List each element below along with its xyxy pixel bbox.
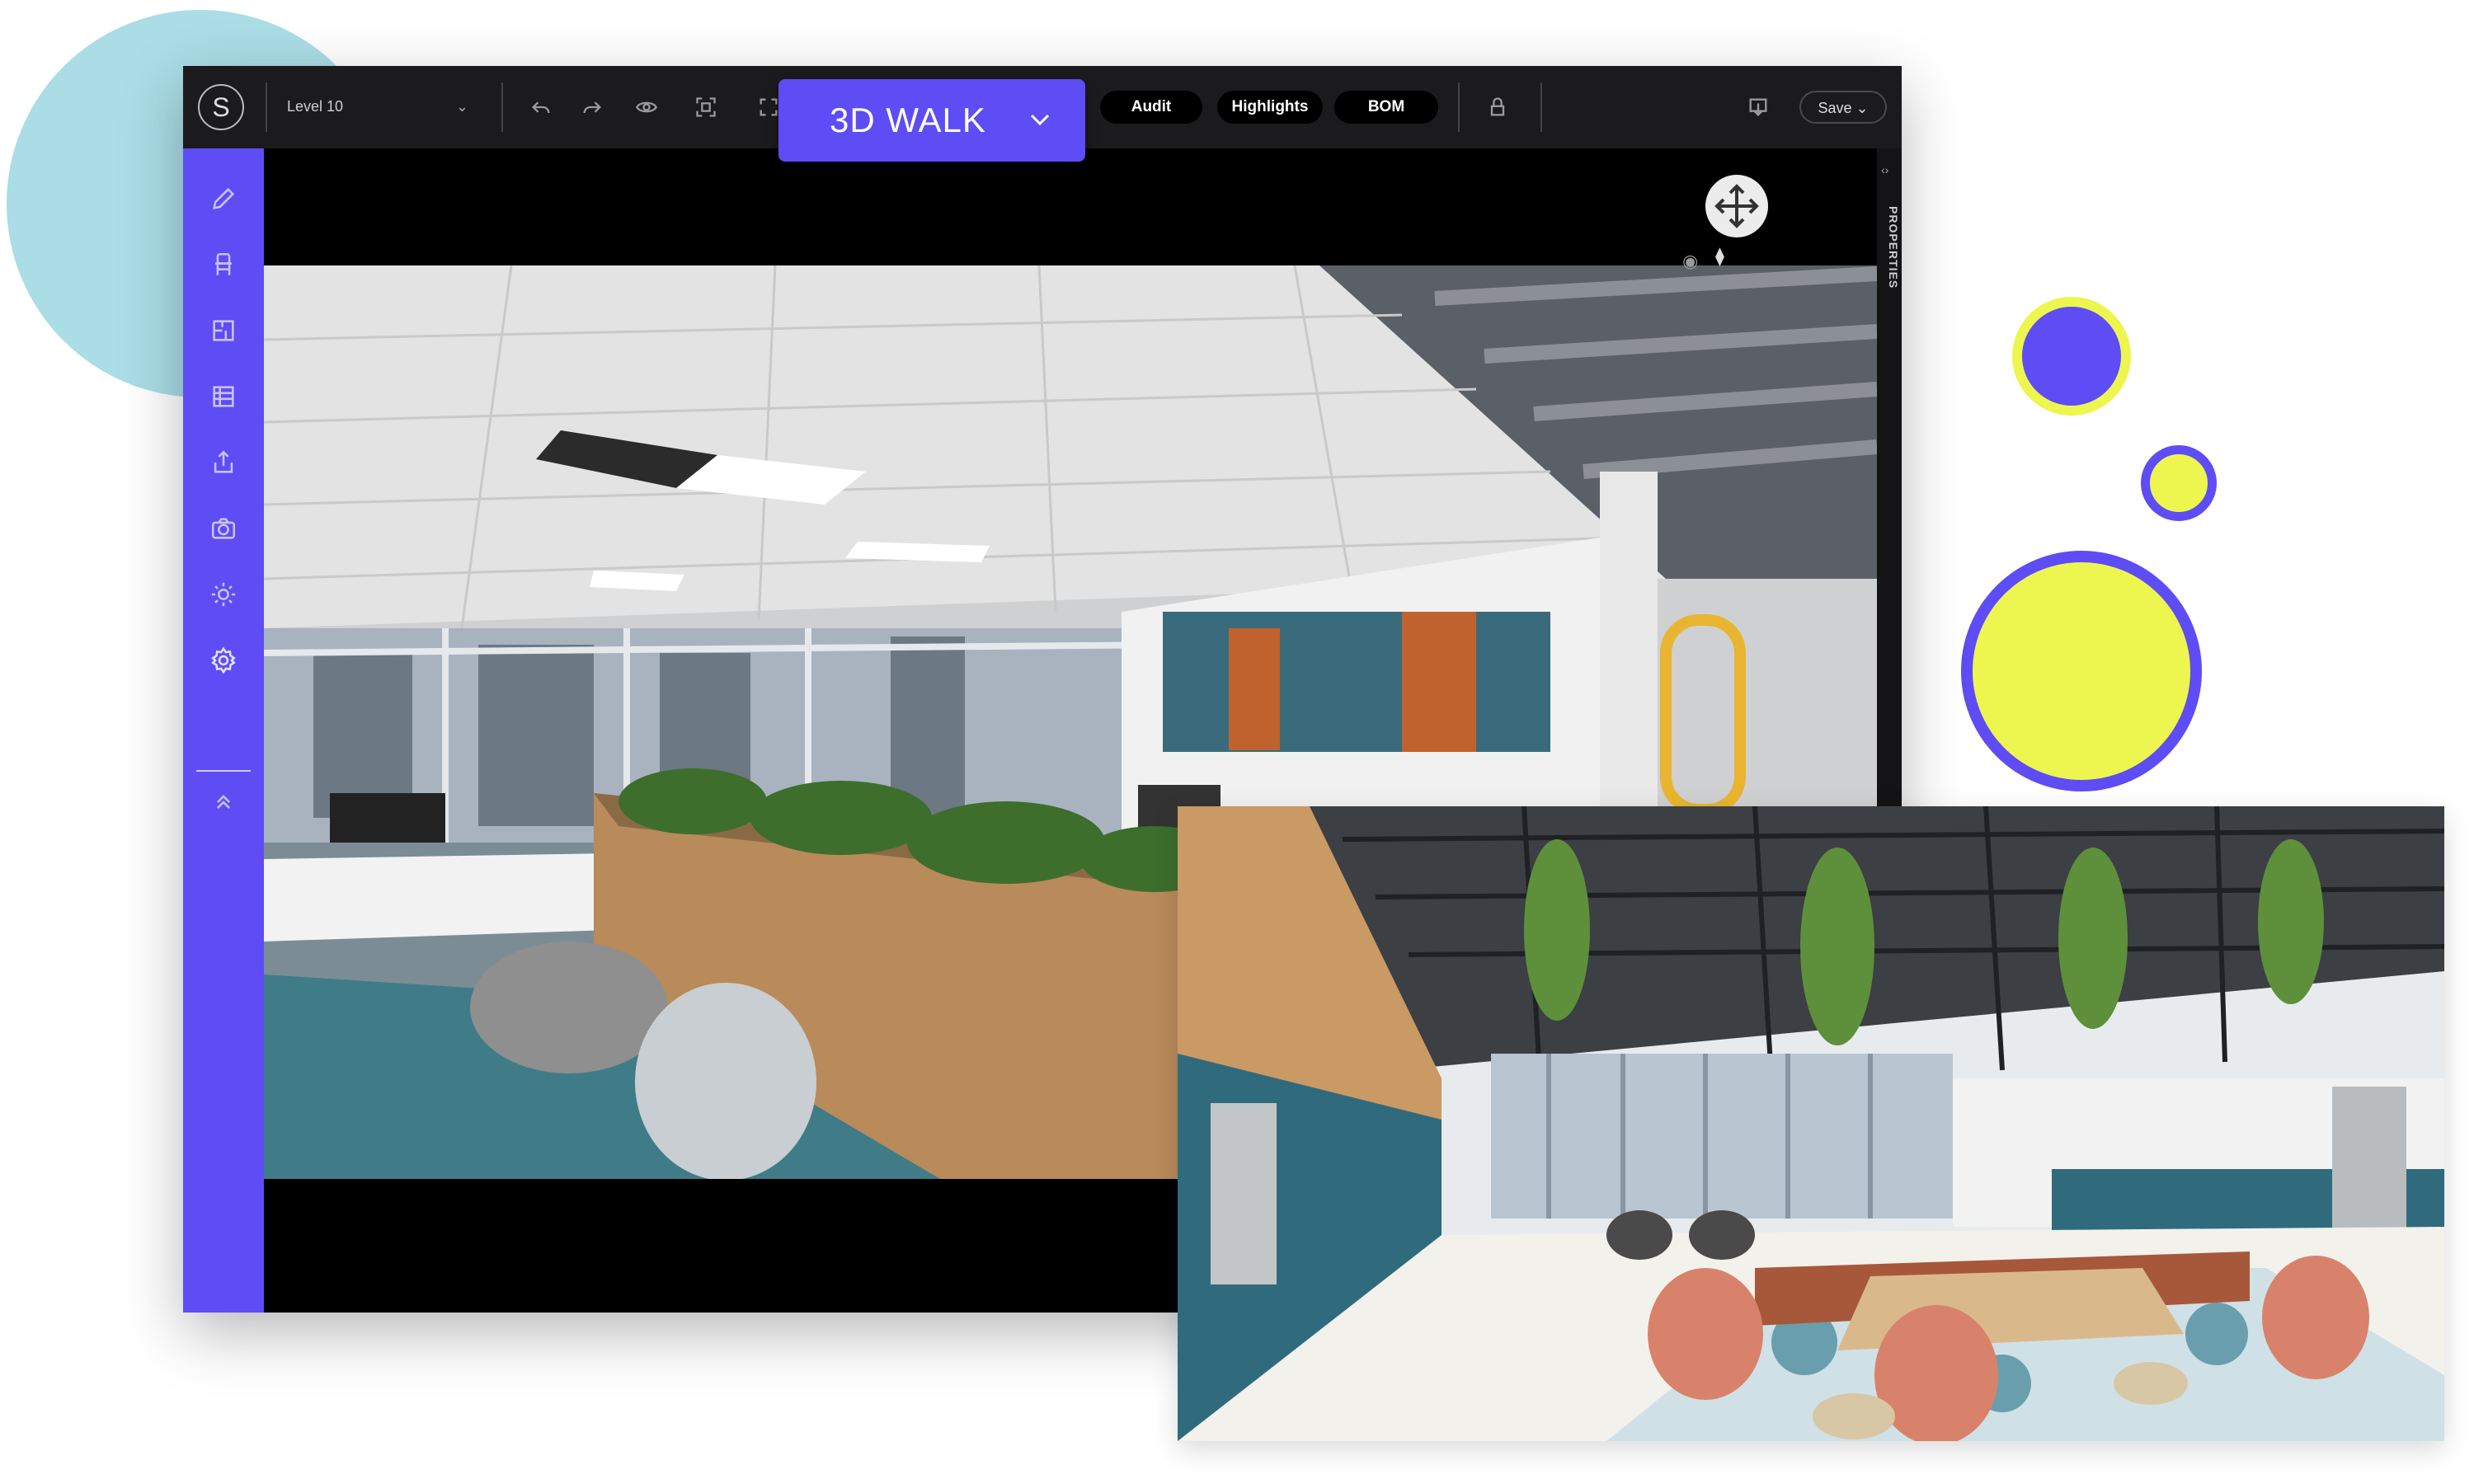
properties-tab[interactable]: PROPERTIES — [1879, 206, 1900, 289]
toolbar-divider — [1540, 82, 1542, 132]
decorative-circle-yellow — [1961, 551, 2202, 791]
save-button[interactable]: Save ⌄ — [1799, 91, 1887, 124]
pencil-icon[interactable] — [205, 180, 242, 218]
audit-button[interactable]: Audit — [1100, 91, 1202, 124]
navigation-control[interactable] — [1705, 175, 1768, 237]
rendered-lounge-image — [1178, 806, 2444, 1441]
chair-icon[interactable] — [205, 246, 242, 284]
level-select[interactable]: Level 10 ⌄ — [287, 94, 468, 119]
chevron-down-icon: ⌄ — [455, 98, 468, 115]
toolbar-divider — [501, 82, 503, 132]
eye-icon[interactable] — [630, 91, 663, 124]
highlights-button[interactable]: Highlights — [1217, 91, 1323, 124]
expand-arrows-icon[interactable]: ‹› — [1881, 163, 1888, 176]
3d-walk-label: 3D WALK — [830, 101, 986, 139]
bom-button[interactable]: BOM — [1334, 91, 1438, 124]
app-logo[interactable]: S — [198, 84, 244, 130]
toolbar-divider — [266, 82, 267, 132]
sidebar-divider — [196, 770, 251, 772]
left-sidebar — [183, 148, 264, 1313]
toolbar-divider — [1458, 82, 1460, 132]
download-icon[interactable] — [1742, 91, 1775, 124]
collapse-up-icon[interactable] — [205, 783, 242, 821]
decorative-circle-purple — [2012, 297, 2131, 416]
screenshot-icon[interactable] — [689, 91, 722, 124]
floorplan-icon[interactable] — [205, 312, 242, 350]
walk-person-icon[interactable]: ⧫ — [1715, 246, 1724, 267]
share-icon[interactable] — [205, 444, 242, 481]
visibility-icon[interactable]: ◉ — [1682, 251, 1698, 272]
chevron-down-icon — [1030, 114, 1050, 126]
undo-icon[interactable] — [524, 91, 557, 124]
camera-icon[interactable] — [205, 510, 242, 547]
decorative-circle-small — [2141, 445, 2217, 521]
3d-walk-mode-button[interactable]: 3D WALK — [778, 79, 1085, 162]
table-grid-icon[interactable] — [205, 378, 242, 416]
settings-icon[interactable] — [205, 641, 242, 679]
redo-icon[interactable] — [576, 91, 609, 124]
lock-icon[interactable] — [1481, 91, 1514, 124]
light-icon[interactable] — [205, 575, 242, 613]
level-select-value: Level 10 — [287, 98, 344, 115]
